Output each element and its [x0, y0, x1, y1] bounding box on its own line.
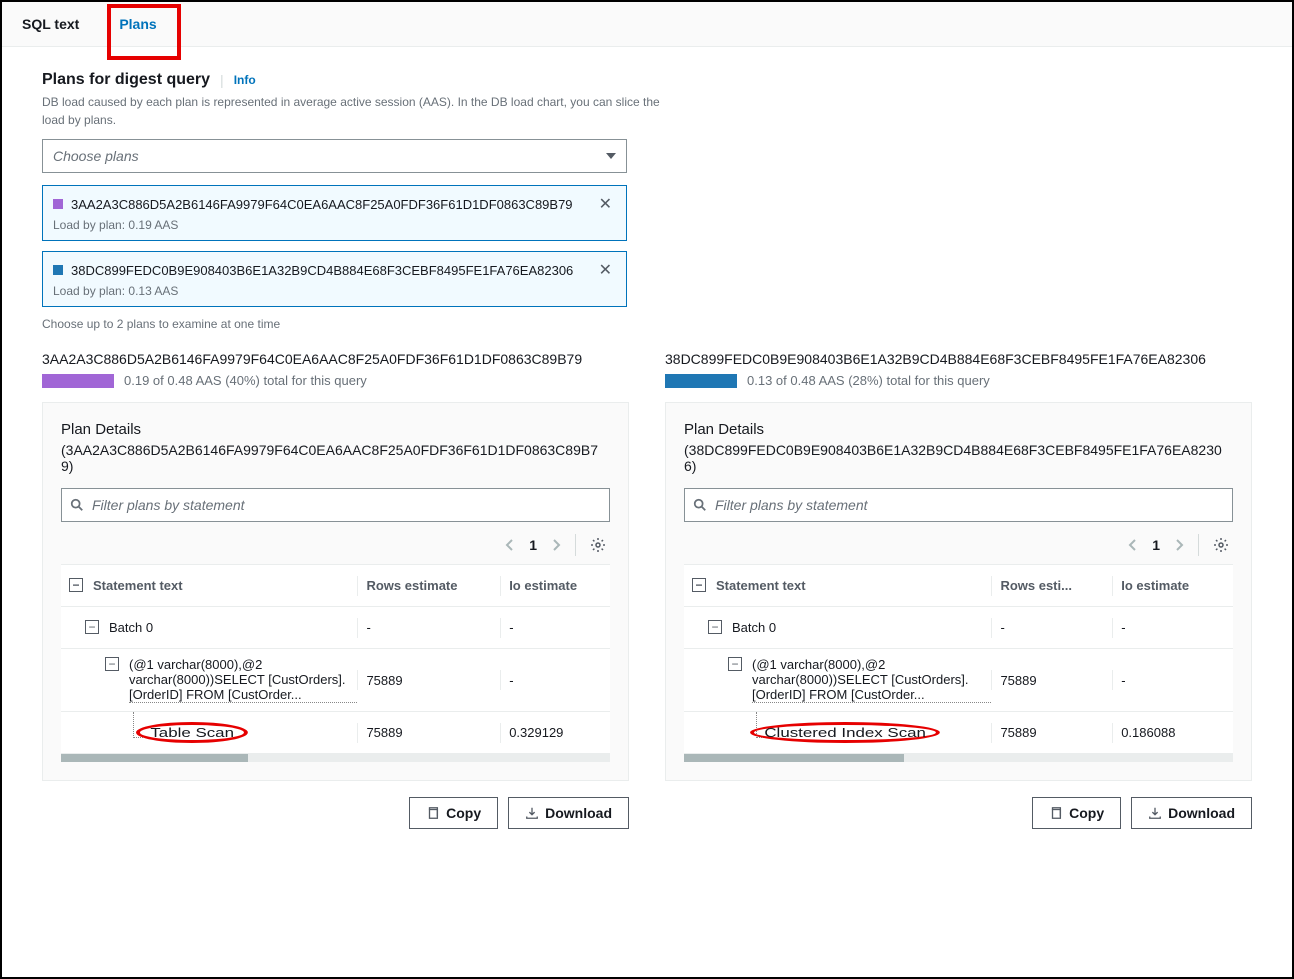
settings-button[interactable] — [1213, 537, 1229, 553]
collapse-all-toggle[interactable]: − — [69, 578, 83, 592]
col-rows-estimate: Rows esti... — [991, 576, 1112, 596]
tab-sql-text[interactable]: SQL text — [2, 2, 99, 46]
load-text: 0.19 of 0.48 AAS (40%) total for this qu… — [124, 373, 367, 388]
copy-button[interactable]: Copy — [409, 797, 498, 829]
plan-details-card: Plan Details (3AA2A3C886D5A2B6146FA9979F… — [42, 402, 629, 781]
divider — [1198, 534, 1199, 556]
select-placeholder: Choose plans — [53, 148, 139, 164]
col-statement: Statement text — [93, 578, 183, 593]
statement-text: (@1 varchar(8000),@2 varchar(8000))SELEC… — [752, 657, 991, 703]
statement-text: Table Scan — [150, 725, 234, 740]
divider: | — [220, 72, 224, 88]
plan-details-title: Plan Details — [684, 421, 1233, 438]
search-icon — [693, 498, 707, 512]
row-toggle[interactable]: − — [105, 657, 119, 671]
plan-color-swatch — [53, 265, 63, 275]
statement-text: Batch 0 — [732, 620, 776, 635]
copy-icon — [1049, 806, 1063, 820]
rows-estimate-value: 75889 — [357, 670, 500, 690]
tab-plans[interactable]: Plans — [99, 2, 176, 46]
plan-hash-heading: 38DC899FEDC0B9E908403B6E1A32B9CD4B884E68… — [665, 351, 1252, 367]
plan-chip-2: 38DC899FEDC0B9E908403B6E1A32B9CD4B884E68… — [42, 251, 627, 307]
col-rows-estimate: Rows estimate — [357, 576, 500, 596]
annotation-circle: Table Scan — [136, 722, 248, 743]
plan-details-subtitle: (3AA2A3C886D5A2B6146FA9979F64C0EA6AAC8F2… — [61, 442, 610, 474]
page-number: 1 — [529, 537, 537, 553]
load-bar — [42, 374, 114, 388]
col-statement: Statement text — [716, 578, 806, 593]
col-io-estimate: Io estimate — [1112, 576, 1233, 596]
download-icon — [1148, 806, 1162, 820]
search-icon — [70, 498, 84, 512]
rows-estimate-value: 75889 — [991, 723, 1112, 743]
copy-label: Copy — [1069, 805, 1104, 821]
prev-page-button[interactable] — [505, 538, 515, 552]
download-icon — [525, 806, 539, 820]
statement-text: (@1 varchar(8000),@2 varchar(8000))SELEC… — [129, 657, 357, 703]
statement-text: Batch 0 — [109, 620, 153, 635]
io-estimate-value: - — [500, 670, 610, 690]
next-page-button[interactable] — [1174, 538, 1184, 552]
statement-text: Clustered Index Scan — [764, 725, 926, 740]
plan-hash: 3AA2A3C886D5A2B6146FA9979F64C0EA6AAC8F25… — [71, 197, 595, 212]
prev-page-button[interactable] — [1128, 538, 1138, 552]
horizontal-scrollbar[interactable] — [684, 754, 1233, 762]
io-estimate-value: - — [1112, 670, 1233, 690]
section-subtitle: DB load caused by each plan is represent… — [42, 93, 662, 129]
row-toggle[interactable]: − — [708, 620, 722, 634]
horizontal-scrollbar[interactable] — [61, 754, 610, 762]
plan-load-text: Load by plan: 0.13 AAS — [53, 284, 616, 298]
download-button[interactable]: Download — [508, 797, 629, 829]
filter-placeholder: Filter plans by statement — [715, 497, 868, 513]
plan-details-subtitle: (38DC899FEDC0B9E908403B6E1A32B9CD4B884E6… — [684, 442, 1233, 474]
rows-estimate-value: 75889 — [991, 670, 1112, 690]
remove-chip-button[interactable]: ✕ — [595, 260, 616, 280]
info-link[interactable]: Info — [234, 73, 256, 87]
copy-button[interactable]: Copy — [1032, 797, 1121, 829]
filter-input[interactable]: Filter plans by statement — [684, 488, 1233, 522]
rows-estimate-value: - — [357, 618, 500, 638]
choose-hint: Choose up to 2 plans to examine at one t… — [42, 317, 1252, 331]
plan-load-text: Load by plan: 0.19 AAS — [53, 218, 616, 232]
section-title: Plans for digest query — [42, 71, 210, 89]
row-toggle[interactable]: − — [728, 657, 742, 671]
page-number: 1 — [1152, 537, 1160, 553]
plan-hash: 38DC899FEDC0B9E908403B6E1A32B9CD4B884E68… — [71, 263, 595, 278]
io-estimate-value: - — [1112, 618, 1233, 638]
row-toggle[interactable]: − — [85, 620, 99, 634]
io-estimate-value: 0.186088 — [1112, 723, 1233, 743]
plan-table: −Statement text Rows estimate Io estimat… — [61, 564, 610, 754]
download-label: Download — [1168, 805, 1235, 821]
copy-label: Copy — [446, 805, 481, 821]
copy-icon — [426, 806, 440, 820]
download-label: Download — [545, 805, 612, 821]
next-page-button[interactable] — [551, 538, 561, 552]
divider — [575, 534, 576, 556]
col-io-estimate: Io estimate — [500, 576, 610, 596]
rows-estimate-value: 75889 — [357, 723, 500, 743]
caret-down-icon — [606, 153, 616, 159]
plan-chip-1: 3AA2A3C886D5A2B6146FA9979F64C0EA6AAC8F25… — [42, 185, 627, 241]
load-text: 0.13 of 0.48 AAS (28%) total for this qu… — [747, 373, 990, 388]
io-estimate-value: - — [500, 618, 610, 638]
annotation-circle: Clustered Index Scan — [750, 722, 940, 743]
plan-details-title: Plan Details — [61, 421, 610, 438]
filter-placeholder: Filter plans by statement — [92, 497, 245, 513]
rows-estimate-value: - — [991, 618, 1112, 638]
plan-color-swatch — [53, 199, 63, 209]
choose-plans-select[interactable]: Choose plans — [42, 139, 627, 173]
plan-hash-heading: 3AA2A3C886D5A2B6146FA9979F64C0EA6AAC8F25… — [42, 351, 629, 367]
collapse-all-toggle[interactable]: − — [692, 578, 706, 592]
remove-chip-button[interactable]: ✕ — [595, 194, 616, 214]
download-button[interactable]: Download — [1131, 797, 1252, 829]
tabs-bar: SQL text Plans — [2, 2, 1292, 47]
plan-table: −Statement text Rows esti... Io estimate… — [684, 564, 1233, 754]
plan-details-card: Plan Details (38DC899FEDC0B9E908403B6E1A… — [665, 402, 1252, 781]
settings-button[interactable] — [590, 537, 606, 553]
filter-input[interactable]: Filter plans by statement — [61, 488, 610, 522]
io-estimate-value: 0.329129 — [500, 723, 610, 743]
load-bar — [665, 374, 737, 388]
